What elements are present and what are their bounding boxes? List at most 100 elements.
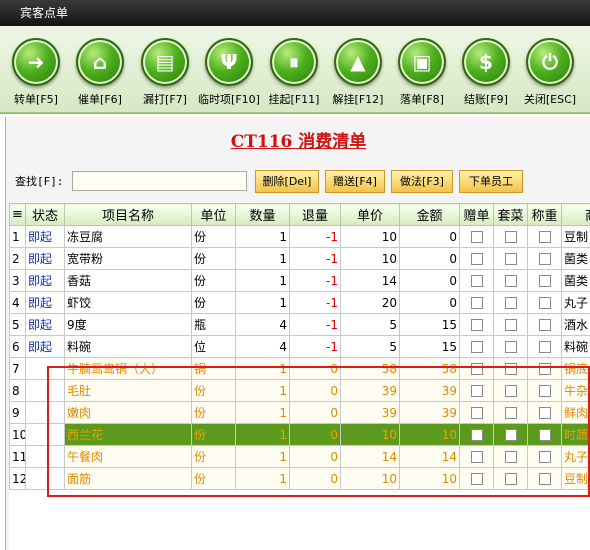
- weigh-checkbox[interactable]: [538, 253, 551, 265]
- gift-checkbox[interactable]: [470, 231, 483, 243]
- row-status: [25, 357, 65, 380]
- weigh-checkbox[interactable]: [538, 319, 551, 331]
- row-qty: 4: [235, 335, 290, 358]
- row-price: 10: [340, 467, 400, 490]
- set-meal-checkbox[interactable]: [504, 275, 517, 287]
- weigh-checkbox[interactable]: [538, 231, 551, 243]
- row-amount: 0: [399, 225, 460, 248]
- col-header-return[interactable]: 退量: [289, 203, 341, 226]
- table-row-selected[interactable]: 10 西兰花 份 1 0 10 10 时蔬: [9, 423, 590, 446]
- gift-checkbox[interactable]: [470, 341, 483, 353]
- set-meal-checkbox[interactable]: [504, 363, 517, 375]
- set-meal-checkbox[interactable]: [504, 297, 517, 309]
- weigh-checkbox[interactable]: [538, 429, 551, 441]
- order-grid[interactable]: ≡ 状态 项目名称 单位 数量 退量 单价 金额 赠单 套菜 称重 商 1: [9, 203, 590, 550]
- row-category: 丸子: [561, 445, 590, 468]
- col-header-amount[interactable]: 金额: [399, 203, 460, 226]
- row-unit: 份: [191, 291, 236, 314]
- dollar-icon: $: [462, 38, 510, 86]
- weigh-checkbox[interactable]: [538, 451, 551, 463]
- checkout-button[interactable]: $ 结账[F9]: [454, 38, 518, 110]
- transfer-order-button[interactable]: ➜ 转单[F5]: [4, 38, 68, 110]
- weigh-checkbox[interactable]: [538, 407, 551, 419]
- gift-button[interactable]: 赠送[F4]: [325, 170, 385, 193]
- row-qty: 1: [235, 401, 290, 424]
- table-row[interactable]: 7 牛腩鸳鸯锅（大） 锅 1 0 58 58 锅底: [9, 357, 590, 380]
- close-button[interactable]: ⏻ 关闭[ESC]: [518, 38, 582, 110]
- search-input[interactable]: [72, 171, 247, 191]
- weigh-checkbox[interactable]: [538, 363, 551, 375]
- urge-order-button[interactable]: ⌂ 催单[F6]: [68, 38, 132, 110]
- order-staff-button[interactable]: 下单员工: [459, 170, 523, 193]
- table-row[interactable]: 3 即起 香菇 份 1 -1 14 0 菌类: [9, 269, 590, 292]
- delete-button[interactable]: 删除[Del]: [255, 170, 319, 193]
- set-meal-checkbox[interactable]: [504, 385, 517, 397]
- col-header-unit[interactable]: 单位: [191, 203, 236, 226]
- power-icon: ⏻: [526, 38, 574, 86]
- col-header-category[interactable]: 商: [561, 203, 590, 226]
- table-row[interactable]: 2 即起 宽带粉 份 1 -1 10 0 菌类: [9, 247, 590, 270]
- gift-checkbox[interactable]: [470, 363, 483, 375]
- col-header-menu[interactable]: ≡: [9, 203, 26, 226]
- col-header-status[interactable]: 状态: [25, 203, 65, 226]
- row-unit: 份: [191, 269, 236, 292]
- unhang-button[interactable]: ▲ 解挂[F12]: [326, 38, 390, 110]
- gift-checkbox[interactable]: [470, 429, 483, 441]
- row-category: 牛杂: [561, 379, 590, 402]
- hang-button[interactable]: ⏸ 挂起[F11]: [262, 38, 326, 110]
- row-index: 6: [9, 335, 26, 358]
- row-category: 菌类: [561, 269, 590, 292]
- cooking-method-button[interactable]: 做法[F3]: [391, 170, 453, 193]
- set-meal-checkbox[interactable]: [504, 319, 517, 331]
- temp-item-button[interactable]: Ψ 临时项[F10]: [197, 38, 261, 110]
- gift-checkbox[interactable]: [470, 385, 483, 397]
- grid-header: ≡ 状态 项目名称 单位 数量 退量 单价 金额 赠单 套菜 称重 商: [9, 203, 590, 226]
- gift-checkbox[interactable]: [470, 451, 483, 463]
- table-row[interactable]: 8 毛肚 份 1 0 39 39 牛杂: [9, 379, 590, 402]
- table-row[interactable]: 9 嫩肉 份 1 0 39 39 鲜肉: [9, 401, 590, 424]
- gift-checkbox[interactable]: [470, 275, 483, 287]
- set-meal-checkbox[interactable]: [504, 429, 517, 441]
- weigh-checkbox[interactable]: [538, 385, 551, 397]
- window-title: 宾客点单: [20, 6, 69, 20]
- col-header-set[interactable]: 套菜: [493, 203, 528, 226]
- table-row[interactable]: 5 即起 9度 瓶 4 -1 5 15 酒水: [9, 313, 590, 336]
- col-header-price[interactable]: 单价: [340, 203, 400, 226]
- weigh-checkbox[interactable]: [538, 275, 551, 287]
- row-index: 2: [9, 247, 26, 270]
- set-meal-checkbox[interactable]: [504, 231, 517, 243]
- set-meal-checkbox[interactable]: [504, 451, 517, 463]
- table-row[interactable]: 6 即起 料碗 位 4 -1 5 15 料碗: [9, 335, 590, 358]
- row-category: 丸子: [561, 291, 590, 314]
- col-header-gift[interactable]: 赠单: [459, 203, 494, 226]
- gift-checkbox[interactable]: [470, 473, 483, 485]
- row-price: 5: [340, 335, 400, 358]
- place-order-button[interactable]: ▣ 落单[F8]: [390, 38, 454, 110]
- table-row[interactable]: 1 即起 冻豆腐 份 1 -1 10 0 豆制: [9, 225, 590, 248]
- row-price: 39: [340, 401, 400, 424]
- set-meal-checkbox[interactable]: [504, 253, 517, 265]
- weigh-checkbox[interactable]: [538, 297, 551, 309]
- row-index: 11: [9, 445, 26, 468]
- row-return-qty: 0: [289, 467, 341, 490]
- row-price: 14: [340, 269, 400, 292]
- weigh-checkbox[interactable]: [538, 473, 551, 485]
- gift-checkbox[interactable]: [470, 253, 483, 265]
- table-row[interactable]: 12 面筋 份 1 0 10 10 豆制: [9, 467, 590, 490]
- col-header-weigh[interactable]: 称重: [527, 203, 562, 226]
- weigh-checkbox[interactable]: [538, 341, 551, 353]
- col-header-qty[interactable]: 数量: [235, 203, 290, 226]
- set-meal-checkbox[interactable]: [504, 407, 517, 419]
- table-row[interactable]: 11 午餐肉 份 1 0 14 14 丸子: [9, 445, 590, 468]
- row-unit: 份: [191, 401, 236, 424]
- col-header-name[interactable]: 项目名称: [64, 203, 192, 226]
- set-meal-checkbox[interactable]: [504, 473, 517, 485]
- gift-checkbox[interactable]: [470, 407, 483, 419]
- gift-checkbox[interactable]: [470, 319, 483, 331]
- row-qty: 1: [235, 247, 290, 270]
- missed-print-button[interactable]: ▤ 漏打[F7]: [133, 38, 197, 110]
- row-return-qty: -1: [289, 247, 341, 270]
- set-meal-checkbox[interactable]: [504, 341, 517, 353]
- table-row[interactable]: 4 即起 虾饺 份 1 -1 20 0 丸子: [9, 291, 590, 314]
- gift-checkbox[interactable]: [470, 297, 483, 309]
